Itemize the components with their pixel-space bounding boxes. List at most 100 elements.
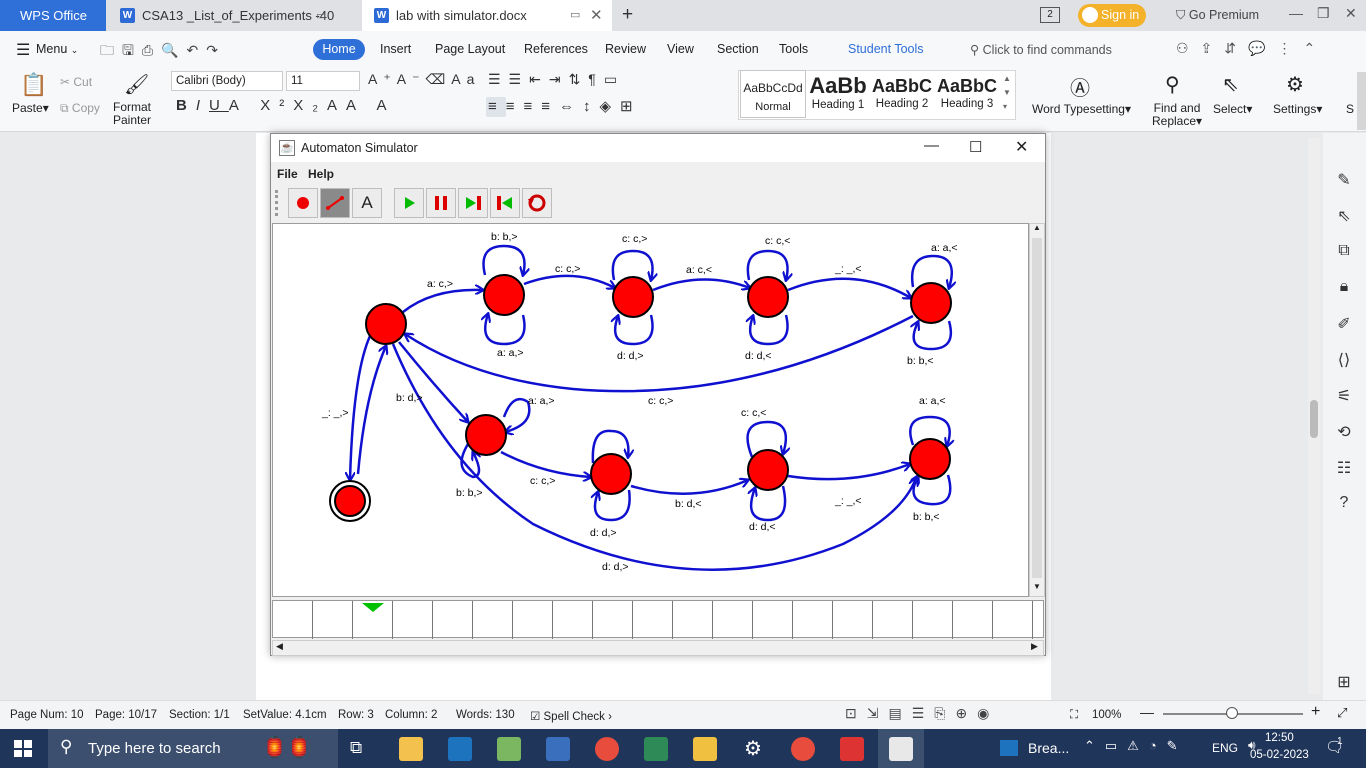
transition-edge[interactable]	[405, 314, 914, 393]
taskbar-search[interactable]: ⚲ Type here to search 🏮🏮	[48, 729, 338, 768]
step-forward-button[interactable]	[458, 188, 488, 218]
menu-home[interactable]: Home	[313, 39, 365, 60]
pause-button[interactable]	[426, 188, 456, 218]
tape-cell[interactable]	[633, 601, 673, 639]
zoom-level[interactable]: 100%	[1092, 709, 1121, 721]
transition-label[interactable]: b: d,>	[396, 392, 423, 404]
python-icon[interactable]	[693, 737, 717, 761]
status-section[interactable]: Section: 1/1	[169, 709, 230, 721]
fullscreen-icon[interactable]: ⤢	[1337, 705, 1347, 721]
fit-icon[interactable]: ⛶	[1070, 709, 1078, 722]
zoom-out-icon[interactable]: —	[1140, 704, 1154, 720]
game-icon[interactable]	[497, 737, 521, 761]
tab-counter[interactable]: 2	[1040, 7, 1060, 23]
tape[interactable]	[272, 600, 1044, 639]
tape-cell[interactable]	[513, 601, 553, 639]
sheets-icon[interactable]	[644, 737, 668, 761]
transition-label[interactable]: a: c,>	[427, 278, 453, 290]
app-close-icon[interactable]: ✕	[1015, 137, 1028, 157]
tape-cell[interactable]	[473, 601, 513, 639]
automaton-diagram[interactable]: b: b,> c: c,> c: c,> a: c,< c: c,< _: _,< a: a…	[273, 224, 1028, 596]
state-node-9[interactable]	[909, 438, 951, 480]
transition-edge[interactable]	[787, 277, 911, 298]
status-row[interactable]: Row: 3	[338, 709, 374, 721]
transition-label[interactable]: a: a,<	[931, 242, 958, 254]
cut-button[interactable]: ✂ Cut	[60, 75, 92, 89]
transition-label[interactable]: c: c,<	[741, 407, 766, 419]
clock-time[interactable]: 12:50	[1265, 732, 1294, 744]
state-node-2[interactable]	[612, 276, 654, 318]
word-typesetting-button[interactable]: Word Typesetting▾	[1032, 102, 1131, 116]
style-normal[interactable]: AaBbCcDd Normal	[740, 70, 806, 118]
canvas-scroll-thumb[interactable]	[1032, 238, 1042, 578]
state-node-6[interactable]	[465, 414, 507, 456]
font-size-tools[interactable]: A⁺A⁻⌫Aa	[368, 71, 480, 88]
ribbon-more[interactable]: S	[1346, 102, 1354, 116]
tab-close-icon[interactable]: ✕	[590, 0, 603, 31]
style-heading-1[interactable]: AaBb Heading 1	[806, 70, 870, 118]
command-search[interactable]: ⚲ Click to find commands	[970, 42, 1112, 57]
paste-button[interactable]: Paste▾	[12, 101, 49, 115]
document-scroll-thumb[interactable]	[1310, 400, 1318, 438]
edit-icon[interactable]: ✐	[1334, 314, 1354, 334]
transition-label[interactable]: b: b,<	[913, 511, 940, 523]
app-minimize-icon[interactable]: —	[924, 137, 939, 154]
transition-edge[interactable]	[391, 343, 916, 571]
step-back-button[interactable]	[490, 188, 520, 218]
transition-label[interactable]: d: d,<	[745, 350, 772, 362]
transition-label[interactable]: d: d,>	[590, 527, 617, 539]
scroll-up-icon[interactable]: ▲	[1033, 223, 1041, 232]
file-explorer-icon[interactable]	[399, 737, 423, 761]
select-button[interactable]: Select▾	[1213, 102, 1252, 116]
automaton-canvas[interactable]: b: b,> c: c,> c: c,> a: c,< c: c,< _: _,< a: a…	[272, 223, 1029, 597]
scroll-left-icon[interactable]: ◀	[276, 641, 283, 652]
transition-edge[interactable]	[402, 290, 483, 313]
hamburger-icon[interactable]: ☰	[16, 40, 30, 60]
status-column[interactable]: Column: 2	[385, 709, 437, 721]
transition-label[interactable]: _: _,<	[834, 263, 862, 275]
tab-pin-icon[interactable]: ▭	[570, 0, 580, 31]
copy-icon[interactable]: ⧉	[1334, 242, 1354, 260]
state-node-0[interactable]	[365, 303, 407, 345]
restore-icon[interactable]: ❐	[1317, 5, 1330, 22]
language-indicator[interactable]: ENG	[1212, 741, 1238, 755]
tab-pin-icon[interactable]: ▭	[316, 1, 326, 32]
find-replace-button[interactable]: Find and Replace▾	[1152, 102, 1202, 128]
state-node-3[interactable]	[747, 276, 789, 318]
tape-cell[interactable]	[673, 601, 713, 639]
transition-edge[interactable]	[482, 244, 525, 275]
transition-edge[interactable]	[750, 315, 789, 346]
transition-edge[interactable]	[485, 314, 526, 346]
tab-wps-office[interactable]: WPS Office	[0, 0, 106, 31]
view-mode-icons[interactable]: ⊡⇲▤☰⎘⊕◉	[845, 705, 999, 722]
transition-label[interactable]: c: c,>	[530, 475, 555, 487]
document-vscroll[interactable]	[1308, 138, 1320, 694]
tape-cell[interactable]	[313, 601, 353, 639]
lock-icon[interactable]: 🔒︎	[1334, 278, 1354, 296]
transition-label[interactable]: c: c,>	[555, 263, 580, 275]
menu-button[interactable]: Menu ⌄	[36, 42, 78, 56]
tape-cell[interactable]	[753, 601, 793, 639]
transition-label[interactable]: _: _,<	[834, 495, 862, 507]
menu-section[interactable]: Section	[717, 42, 759, 56]
wps-icon[interactable]	[840, 737, 864, 761]
transition-label[interactable]: b: b,<	[907, 355, 934, 367]
add-state-button[interactable]	[288, 188, 318, 218]
tape-cell[interactable]	[993, 601, 1033, 639]
settings-icon[interactable]: ⚙	[1286, 72, 1304, 97]
app-menu-file[interactable]: File	[277, 167, 298, 181]
help-icon[interactable]: ?	[1334, 494, 1354, 512]
format-painter-icon[interactable]: 🖌	[124, 72, 149, 97]
close-icon[interactable]: ✕	[1345, 5, 1357, 22]
align-tools[interactable]: ≡≡≡≡⇔↕◈⊞	[488, 97, 642, 115]
reset-button[interactable]	[522, 188, 552, 218]
tape-cell[interactable]	[793, 601, 833, 639]
scroll-right-icon[interactable]: ▶	[1031, 641, 1038, 652]
state-node-8[interactable]	[747, 449, 789, 491]
transition-label[interactable]: a: c,<	[686, 264, 712, 276]
app-maximize-icon[interactable]: ☐	[969, 138, 982, 156]
transition-edge[interactable]	[914, 321, 953, 351]
settings-button[interactable]: Settings▾	[1273, 102, 1322, 116]
transition-edge[interactable]	[615, 315, 654, 346]
transition-label[interactable]: d: d,>	[617, 350, 644, 362]
